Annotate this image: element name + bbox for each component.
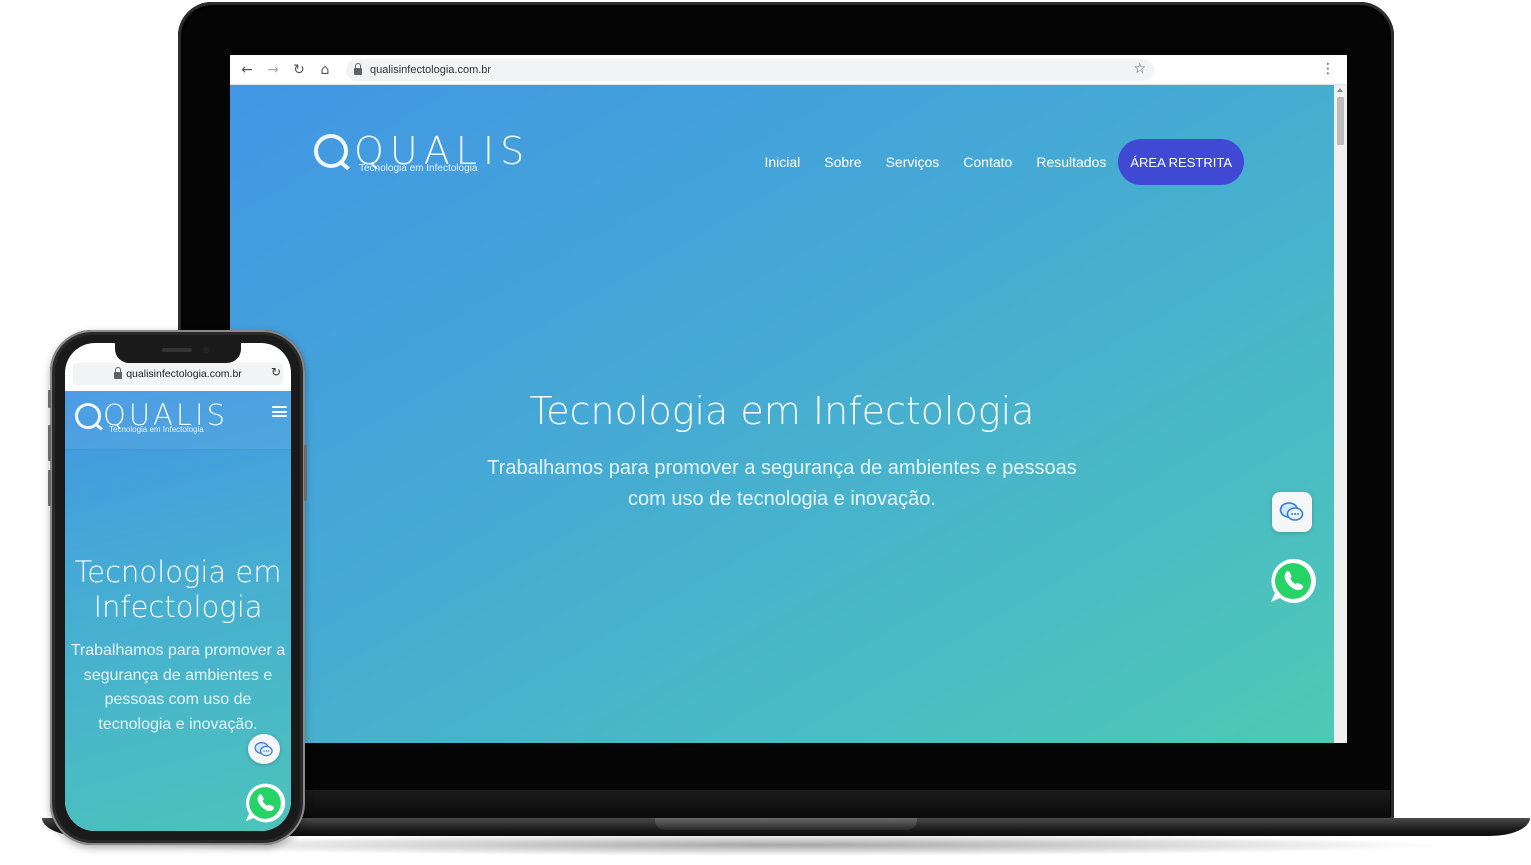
hero-subtitle: Trabalhamos para promover a segurança de… xyxy=(470,453,1094,515)
lock-icon xyxy=(354,62,362,76)
logo-tagline: Tecnologia em Infectologia xyxy=(359,163,478,174)
hero-subtitle-line: Trabalhamos para promover a segurança de… xyxy=(487,457,1077,479)
mobile-site-logo[interactable]: QUALIS Tecnologia em Infectologia xyxy=(75,398,225,439)
mobile-hero-subtitle-line: tecnologia e inovação. xyxy=(98,715,258,733)
mobile-hero-title-line: Infectologia xyxy=(93,590,263,624)
mobile-hero-title: Tecnologia em Infectologia xyxy=(65,555,291,625)
phone-volume-down xyxy=(48,470,51,506)
home-icon[interactable]: ⌂ xyxy=(312,55,338,85)
address-bar[interactable]: qualisinfectologia.com.br ☆ xyxy=(346,59,1154,81)
main-nav: Inicial Sobre Serviços Contato Resultado… xyxy=(740,139,1244,185)
phone-power-button xyxy=(304,445,307,501)
restricted-area-button[interactable]: ÁREA RESTRITA xyxy=(1118,139,1244,185)
reload-icon[interactable]: ↻ xyxy=(286,55,312,85)
mobile-hero-title-line: Tecnologia em xyxy=(74,555,282,589)
site-logo[interactable]: QUALIS Tecnologia em Infectologia xyxy=(314,129,524,179)
chat-bubbles-icon xyxy=(254,741,273,756)
mobile-hero-subtitle-line: segurança de ambientes e xyxy=(83,666,273,684)
back-arrow-icon[interactable]: ← xyxy=(234,55,260,85)
scroll-up-arrow-icon[interactable] xyxy=(1337,88,1343,92)
mobile-address-bar-url: qualisinfectologia.com.br xyxy=(126,368,242,380)
hamburger-menu-icon[interactable] xyxy=(272,406,287,417)
nav-item-resultados[interactable]: Resultados xyxy=(1036,154,1106,170)
page-scrollbar[interactable] xyxy=(1334,85,1347,743)
mobile-hero-subtitle: Trabalhamos para promover a segurança de… xyxy=(65,639,291,737)
forward-arrow-icon[interactable]: → xyxy=(260,55,286,85)
laptop-shadow xyxy=(120,834,1450,856)
phone-frame: qualisinfectologia.com.br ↻ QUALIS Tecno… xyxy=(48,330,307,845)
chat-bubbles-icon xyxy=(1279,502,1304,521)
address-bar-url: qualisinfectologia.com.br xyxy=(370,64,492,76)
mobile-hero-subtitle-line: pessoas com uso de xyxy=(104,691,252,708)
phone-notch xyxy=(115,343,241,363)
nav-item-servicos[interactable]: Serviços xyxy=(886,154,940,170)
browser-toolbar: ← → ↻ ⌂ qualisinfectologia.com.br ☆ ⋮ xyxy=(230,55,1347,85)
laptop-bezel xyxy=(182,790,1390,818)
hero-title: Tecnologia em Infectologia xyxy=(529,389,1035,433)
scrollbar-thumb[interactable] xyxy=(1337,97,1344,145)
mobile-hero-subtitle-line: Trabalhamos para promover a xyxy=(70,642,286,659)
nav-item-inicial[interactable]: Inicial xyxy=(764,154,800,170)
nav-item-contato[interactable]: Contato xyxy=(963,154,1012,170)
whatsapp-button[interactable] xyxy=(1268,556,1318,611)
laptop-hinge-notch xyxy=(655,818,917,830)
mobile-whatsapp-button[interactable] xyxy=(243,781,287,830)
reload-icon[interactable]: ↻ xyxy=(271,365,281,379)
more-vert-icon[interactable]: ⋮ xyxy=(1321,61,1335,77)
whatsapp-icon xyxy=(245,783,286,823)
phone-mute-switch xyxy=(48,390,51,408)
mobile-address-bar[interactable]: qualisinfectologia.com.br ↻ xyxy=(73,363,283,385)
phone-volume-up xyxy=(48,425,51,461)
chat-button[interactable] xyxy=(1272,492,1312,532)
mobile-chat-button[interactable] xyxy=(248,734,280,764)
logo-q-mark xyxy=(75,403,101,429)
whatsapp-icon xyxy=(1271,558,1316,603)
website-viewport: QUALIS Tecnologia em Infectologia Inicia… xyxy=(230,85,1334,743)
star-icon[interactable]: ☆ xyxy=(1133,61,1146,77)
laptop-screen: ← → ↻ ⌂ qualisinfectologia.com.br ☆ ⋮ QU… xyxy=(230,55,1347,743)
logo-tagline: Tecnologia em Infectologia xyxy=(109,425,204,434)
phone-speaker xyxy=(162,348,192,352)
nav-item-sobre[interactable]: Sobre xyxy=(824,154,861,170)
logo-q-mark xyxy=(314,134,348,168)
hero-subtitle-line: com uso de tecnologia e inovação. xyxy=(628,488,936,510)
phone-screen: qualisinfectologia.com.br ↻ QUALIS Tecno… xyxy=(65,343,291,831)
lock-icon xyxy=(114,366,123,380)
phone-camera xyxy=(203,347,209,353)
